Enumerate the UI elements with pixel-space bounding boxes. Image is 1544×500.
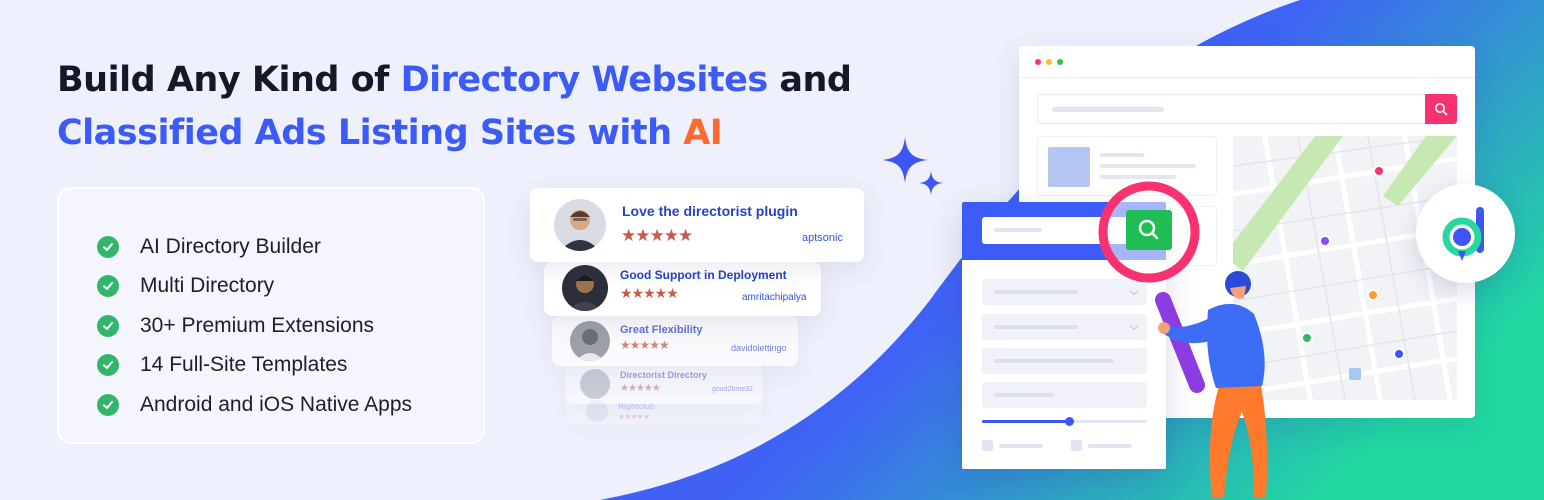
filter-checkbox[interactable] <box>1071 440 1082 451</box>
search-icon <box>1435 103 1448 116</box>
listing-line <box>1100 175 1176 179</box>
review-card: Love the directorist plugin ★★★★★ aptson… <box>530 188 864 262</box>
feature-label: AI Directory Builder <box>140 234 321 258</box>
review-stars: ★★★★★ <box>620 286 679 302</box>
review-title: Love the directorist plugin <box>622 203 798 219</box>
page-title: Build Any Kind of Directory Websites and… <box>57 54 852 160</box>
feature-label: Multi Directory <box>140 274 275 298</box>
review-stars: ★★★★★ <box>620 338 670 352</box>
browser-titlebar <box>1019 46 1475 78</box>
feature-item: 30+ Premium Extensions <box>97 306 483 346</box>
directorist-logo-icon <box>1416 184 1515 283</box>
review-author: davidolettingo <box>731 343 787 353</box>
review-stars: ★★★★★ <box>618 412 650 421</box>
check-circle-icon <box>97 275 119 298</box>
feature-item: Android and iOS Native Apps <box>97 385 483 425</box>
review-author: good2bme32 <box>712 386 753 393</box>
review-author: amritachipalya <box>742 292 807 303</box>
avatar <box>570 321 610 361</box>
headline-highlight: Directory Websites <box>400 60 769 100</box>
check-circle-icon <box>97 314 119 337</box>
search-placeholder-line <box>1052 107 1164 112</box>
search-input[interactable] <box>1037 94 1457 124</box>
review-title: Great Flexibility <box>620 324 703 336</box>
review-stars: ★★★★★ <box>621 226 693 246</box>
filter-checkbox[interactable] <box>982 440 993 451</box>
listing-line <box>1100 153 1144 157</box>
review-stars: ★★★★★ <box>620 383 661 394</box>
avatar <box>580 369 610 399</box>
headline-text-end: and <box>767 60 852 100</box>
headline-text: Build Any Kind of <box>57 60 401 100</box>
review-card: Great Flexibility ★★★★★ davidolettingo <box>552 316 798 366</box>
review-title: Good Support in Deployment <box>620 268 787 282</box>
person-illustration <box>1158 271 1268 498</box>
review-card: Good Support in Deployment ★★★★★ amritac… <box>544 262 821 316</box>
feature-label: Android and iOS Native Apps <box>140 392 412 416</box>
check-circle-icon <box>97 393 119 416</box>
avatar <box>554 199 606 251</box>
checkbox-label-line <box>1088 444 1132 448</box>
search-button[interactable] <box>1425 94 1457 124</box>
review-author: aptsonic <box>802 232 843 244</box>
range-slider-fill <box>982 420 1069 423</box>
feature-list: AI Directory Builder Multi Directory 30+… <box>57 187 485 444</box>
window-dot-yellow <box>1046 59 1052 65</box>
range-slider-handle[interactable] <box>1065 417 1074 426</box>
feature-item: 14 Full-Site Templates <box>97 346 483 386</box>
headline-highlight-2: Classified Ads Listing Sites with <box>57 113 684 153</box>
headline-ai: AI <box>683 113 723 153</box>
review-title: Directorist Directory <box>620 370 708 380</box>
checkbox-label-line <box>999 444 1043 448</box>
check-circle-icon <box>97 354 119 377</box>
feature-item: AI Directory Builder <box>97 227 483 267</box>
sparkle-icon <box>882 137 943 195</box>
feature-label: 30+ Premium Extensions <box>140 313 375 337</box>
check-circle-icon <box>97 235 119 258</box>
listing-line <box>1100 164 1196 168</box>
listing-thumbnail <box>1048 147 1090 187</box>
window-dot-red <box>1035 59 1041 65</box>
review-card: Directorist Directory ★★★★★ good2bme32 <box>566 362 762 404</box>
range-slider[interactable] <box>982 417 1147 426</box>
avatar <box>562 265 608 311</box>
feature-item: Multi Directory <box>97 267 483 307</box>
window-dot-green <box>1057 59 1063 65</box>
feature-label: 14 Full-Site Templates <box>140 353 348 377</box>
